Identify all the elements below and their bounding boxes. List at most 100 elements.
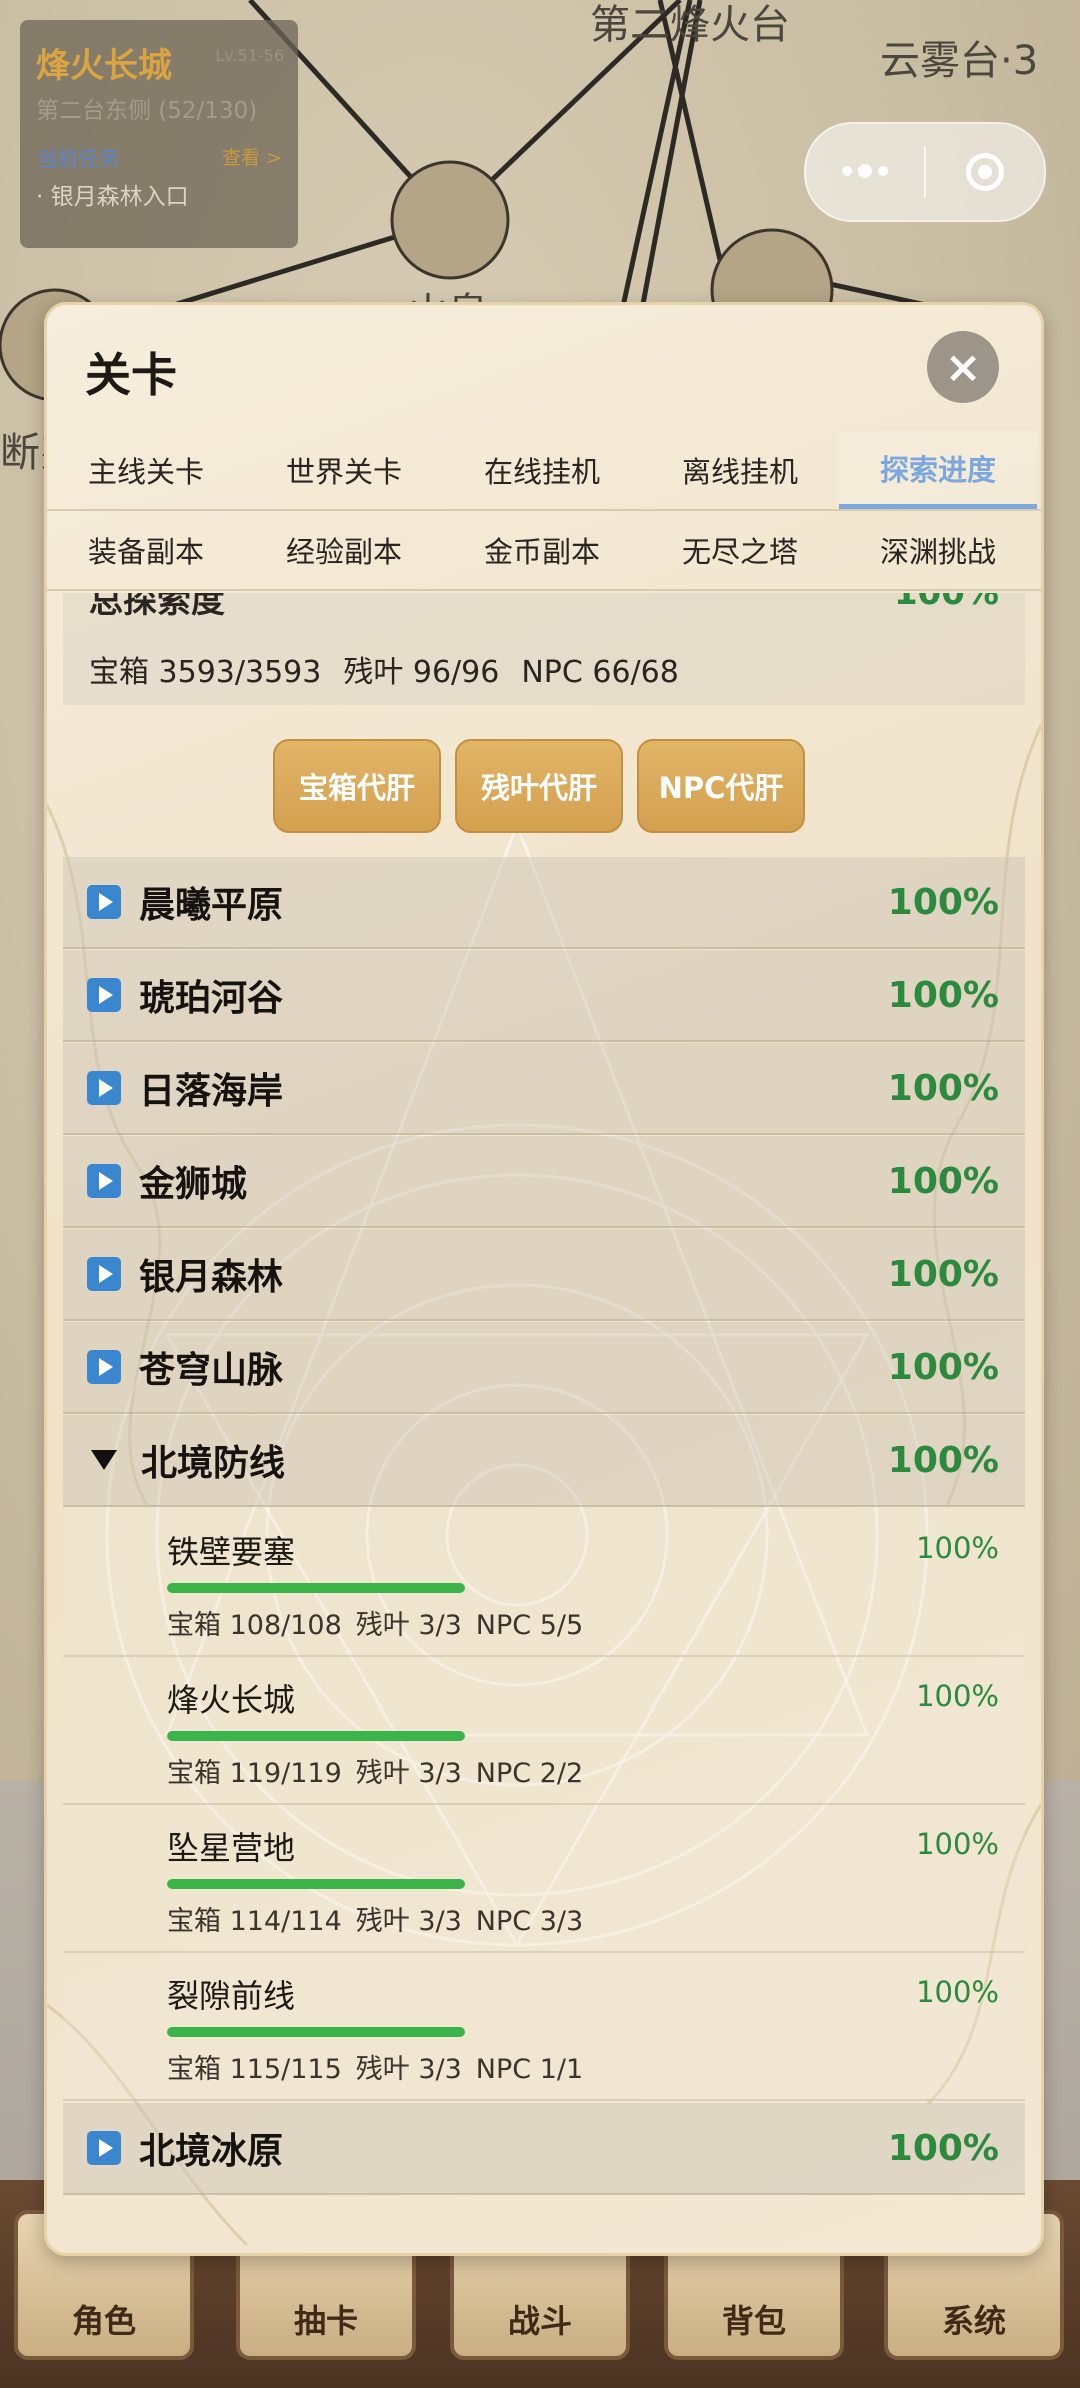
nav-label: 抽卡 [293, 2302, 358, 2340]
progress-fill [167, 2027, 465, 2037]
subarea-progress-bar [167, 2027, 465, 2037]
tab-world-stage[interactable]: 世界关卡 [245, 431, 443, 509]
map-node-label: 第二烽火台 [590, 2, 790, 48]
region-name: 北境冰原 [139, 2131, 284, 2172]
subarea-chest: 宝箱 114/114 [167, 1906, 342, 1937]
tab-main-stage[interactable]: 主线关卡 [47, 431, 245, 509]
tab-abyss-challenge[interactable]: 深渊挑战 [839, 511, 1037, 589]
subarea-chest: 宝箱 119/119 [167, 1758, 342, 1789]
subarea-row: 烽火长城 100% 宝箱 119/119 残叶 3/3 NPC 2/2 [63, 1657, 1025, 1805]
nav-label: 系统 [941, 2302, 1006, 2340]
tab-equipment-dungeon[interactable]: 装备副本 [47, 511, 245, 589]
tab-exp-dungeon[interactable]: 经验副本 [245, 511, 443, 589]
expand-icon [87, 1164, 121, 1198]
subarea-stats: 宝箱 115/115 残叶 3/3 NPC 1/1 [167, 2047, 597, 2086]
npc-auto-button[interactable]: NPC代肝 [637, 739, 805, 833]
current-quest-card[interactable]: 烽火长城 Lv.51-56 第二台东侧 (52/130) 当前任务 查看 > ·… [20, 20, 298, 248]
stage-modal: 关卡 × 主线关卡 世界关卡 在线挂机 离线挂机 探索进度 装备副本 经验副本 … [44, 302, 1044, 2256]
region-percent: 100% [887, 1067, 999, 1109]
close-icon[interactable]: × [927, 331, 999, 403]
miniprogram-capsule [804, 122, 1046, 222]
subarea-percent: 100% [916, 1679, 999, 1713]
region-percent: 100% [887, 881, 999, 923]
subarea-leaf: 残叶 3/3 [355, 1906, 462, 1937]
subarea-stats: 宝箱 119/119 残叶 3/3 NPC 2/2 [167, 1751, 597, 1790]
subarea-name: 烽火长城 [167, 1681, 296, 1719]
subarea-leaf: 残叶 3/3 [355, 2054, 462, 2085]
summary-stats: 宝箱 3593/3593 残叶 96/96 NPC 66/68 [89, 647, 701, 691]
subarea-row: 铁壁要塞 100% 宝箱 108/108 残叶 3/3 NPC 5/5 [63, 1509, 1025, 1657]
progress-fill [167, 1879, 465, 1889]
subarea-percent: 100% [916, 1827, 999, 1861]
subarea-npc: NPC 2/2 [475, 1758, 584, 1789]
region-row[interactable]: 晨曦平原 100% [63, 857, 1025, 949]
expand-icon [87, 1071, 121, 1105]
region-percent: 100% [887, 974, 999, 1016]
summary-title: 总探索度 [89, 593, 225, 621]
region-row[interactable]: 苍穹山脉 100% [63, 1322, 1025, 1414]
stage-tabs: 主线关卡 世界关卡 在线挂机 离线挂机 探索进度 装备副本 经验副本 金币副本 … [47, 431, 1041, 591]
task-item: · 银月森林入口 [36, 184, 189, 210]
tab-exploration-progress[interactable]: 探索进度 [839, 431, 1037, 509]
quest-subtitle: 第二台东侧 (52/130) [36, 98, 258, 124]
subarea-npc: NPC 5/5 [475, 1610, 584, 1641]
summary-percent: 100% [893, 593, 999, 613]
summary-chest: 宝箱 3593/3593 [89, 655, 322, 690]
region-percent: 100% [887, 1346, 999, 1388]
subarea-row: 坠星营地 100% 宝箱 114/114 残叶 3/3 NPC 3/3 [63, 1805, 1025, 1953]
expand-icon [87, 885, 121, 919]
subarea-name: 坠星营地 [167, 1829, 296, 1867]
region-name: 金狮城 [139, 1164, 248, 1205]
nav-label: 战斗 [507, 2302, 572, 2340]
tab-endless-tower[interactable]: 无尽之塔 [641, 511, 839, 589]
subarea-npc: NPC 3/3 [475, 1906, 584, 1937]
region-name: 晨曦平原 [139, 885, 284, 926]
region-percent: 100% [887, 2127, 999, 2169]
subarea-leaf: 残叶 3/3 [355, 1610, 462, 1641]
region-row[interactable]: 琥珀河谷 100% [63, 950, 1025, 1042]
region-name: 琥珀河谷 [139, 978, 284, 1019]
more-icon[interactable] [806, 164, 924, 178]
nav-label: 角色 [71, 2302, 136, 2340]
summary-npc: NPC 66/68 [521, 655, 679, 690]
region-row[interactable]: 北境冰原 100% [63, 2103, 1025, 2195]
expand-icon [87, 978, 121, 1012]
subarea-stats: 宝箱 108/108 残叶 3/3 NPC 5/5 [167, 1603, 597, 1642]
region-row[interactable]: 银月森林 100% [63, 1229, 1025, 1321]
progress-fill [167, 1583, 465, 1593]
region-name: 银月森林 [139, 1257, 284, 1298]
subarea-name: 裂隙前线 [167, 1977, 296, 2015]
map-node-label: 云雾台·3 [880, 38, 1039, 84]
subarea-percent: 100% [916, 1975, 999, 2009]
view-task-link[interactable]: 查看 > [222, 143, 282, 173]
region-row[interactable]: 日落海岸 100% [63, 1043, 1025, 1135]
region-name: 日落海岸 [139, 1071, 284, 1112]
region-name: 苍穹山脉 [139, 1350, 284, 1391]
region-percent: 100% [887, 1253, 999, 1295]
chest-auto-button[interactable]: 宝箱代肝 [273, 739, 441, 833]
subarea-stats: 宝箱 114/114 残叶 3/3 NPC 3/3 [167, 1899, 597, 1938]
region-row[interactable]: 金狮城 100% [63, 1136, 1025, 1228]
tab-gold-dungeon[interactable]: 金币副本 [443, 511, 641, 589]
exploration-summary: 总探索度 100% 宝箱 3593/3593 残叶 96/96 NPC 66/68 [63, 593, 1025, 705]
region-row-expanded[interactable]: 北境防线 100% [63, 1415, 1025, 1507]
quest-level: Lv.51-56 [215, 46, 284, 65]
subarea-leaf: 残叶 3/3 [355, 1758, 462, 1789]
nav-label: 背包 [721, 2302, 786, 2340]
tab-offline-idle[interactable]: 离线挂机 [641, 431, 839, 509]
subarea-progress-bar [167, 1583, 465, 1593]
expand-icon [87, 2131, 121, 2165]
region-name: 北境防线 [141, 1443, 286, 1484]
progress-fill [167, 1731, 465, 1741]
collapse-icon [85, 1450, 123, 1470]
summary-leaf: 残叶 96/96 [343, 655, 500, 690]
subarea-name: 铁壁要塞 [167, 1533, 296, 1571]
leaf-auto-button[interactable]: 残叶代肝 [455, 739, 623, 833]
exit-icon[interactable] [926, 153, 1044, 191]
subarea-progress-bar [167, 1731, 465, 1741]
current-task-label: 当前任务 [36, 147, 120, 171]
subarea-percent: 100% [916, 1531, 999, 1565]
subarea-npc: NPC 1/1 [475, 2054, 584, 2085]
subarea-progress-bar [167, 1879, 465, 1889]
tab-online-idle[interactable]: 在线挂机 [443, 431, 641, 509]
